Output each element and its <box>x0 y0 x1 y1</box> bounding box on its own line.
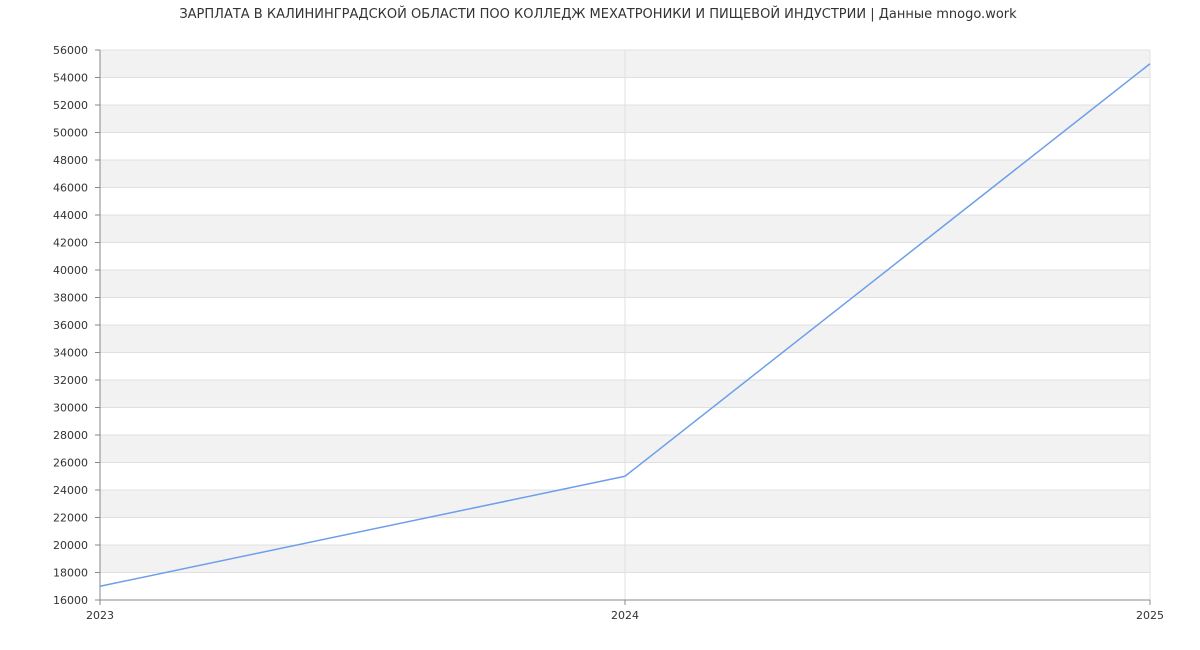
y-tick-label: 40000 <box>53 264 88 277</box>
x-tick-label: 2024 <box>611 609 639 622</box>
y-tick-label: 44000 <box>53 209 88 222</box>
y-tick-label: 46000 <box>53 182 88 195</box>
y-tick-label: 26000 <box>53 457 88 470</box>
y-tick-label: 36000 <box>53 319 88 332</box>
y-tick-label: 52000 <box>53 99 88 112</box>
y-tick-label: 42000 <box>53 237 88 250</box>
y-tick-label: 18000 <box>53 567 88 580</box>
y-tick-label: 32000 <box>53 374 88 387</box>
y-tick-label: 38000 <box>53 292 88 305</box>
line-chart: ЗАРПЛАТА В КАЛИНИНГРАДСКОЙ ОБЛАСТИ ПОО К… <box>53 6 1164 622</box>
chart-container: ЗАРПЛАТА В КАЛИНИНГРАДСКОЙ ОБЛАСТИ ПОО К… <box>0 0 1200 650</box>
y-tick-label: 50000 <box>53 127 88 140</box>
y-tick-label: 22000 <box>53 512 88 525</box>
y-tick-label: 34000 <box>53 347 88 360</box>
x-axis-ticks: 2023 2024 2025 <box>86 600 1164 622</box>
y-tick-label: 28000 <box>53 429 88 442</box>
y-axis-ticks: 16000 18000 20000 22000 24000 26000 28000 30000… <box>53 44 100 607</box>
y-tick-label: 20000 <box>53 539 88 552</box>
chart-title: ЗАРПЛАТА В КАЛИНИНГРАДСКОЙ ОБЛАСТИ ПОО К… <box>179 6 1017 22</box>
x-tick-label: 2023 <box>86 609 114 622</box>
grid-lines <box>100 49 1151 600</box>
y-tick-label: 54000 <box>53 72 88 85</box>
y-tick-label: 56000 <box>53 44 88 57</box>
y-tick-label: 48000 <box>53 154 88 167</box>
y-tick-label: 16000 <box>53 594 88 607</box>
y-tick-label: 24000 <box>53 484 88 497</box>
x-tick-label: 2025 <box>1136 609 1164 622</box>
y-tick-label: 30000 <box>53 402 88 415</box>
